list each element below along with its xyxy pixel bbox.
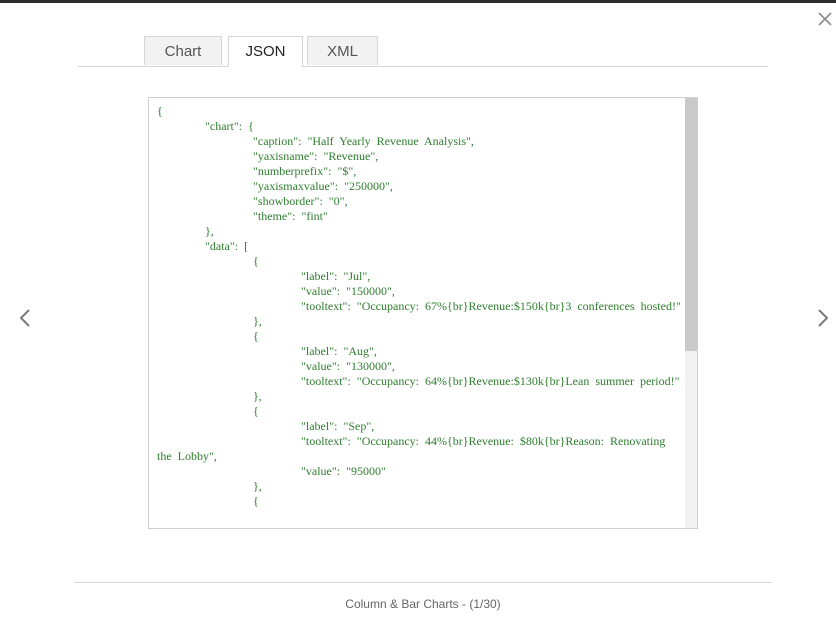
- json-code: { "chart": { "caption": "Half Yearly Rev…: [157, 104, 681, 508]
- vertical-scrollbar[interactable]: [685, 98, 697, 528]
- previous-button[interactable]: [14, 307, 36, 329]
- tab-bar: Chart JSON XML: [78, 36, 768, 67]
- json-code-panel[interactable]: { "chart": { "caption": "Half Yearly Rev…: [148, 97, 698, 529]
- chevron-left-icon: [19, 309, 30, 327]
- chevron-right-icon: [818, 309, 829, 327]
- close-icon: [818, 12, 832, 26]
- footer-divider: [74, 582, 772, 583]
- next-button[interactable]: [812, 307, 834, 329]
- tab-xml[interactable]: XML: [307, 36, 378, 65]
- top-strip: [0, 0, 836, 3]
- close-button[interactable]: [816, 10, 834, 28]
- scrollbar-thumb[interactable]: [685, 98, 697, 351]
- tab-json[interactable]: JSON: [228, 36, 303, 67]
- gallery-caption: Column & Bar Charts - (1/30): [345, 597, 501, 611]
- tab-chart[interactable]: Chart: [144, 36, 222, 65]
